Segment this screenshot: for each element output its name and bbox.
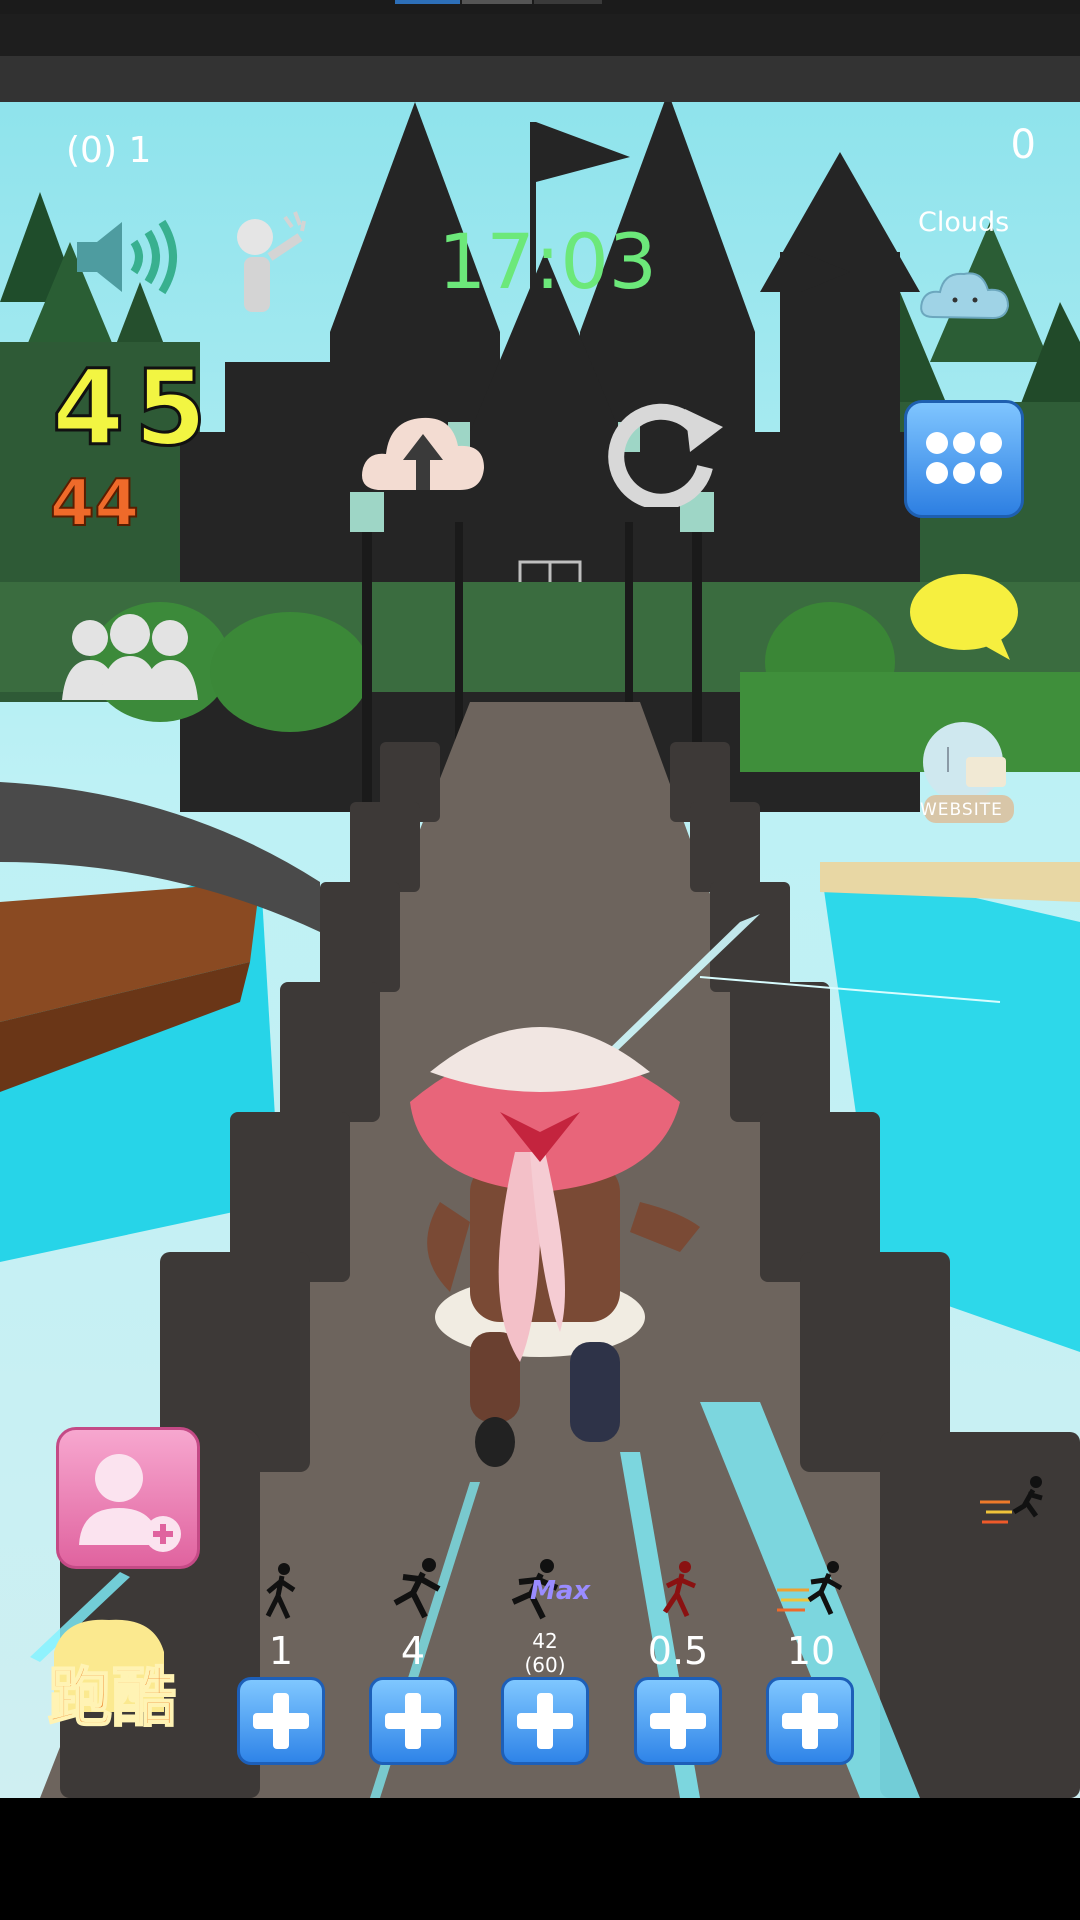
upgrade-walk-button[interactable]: [237, 1677, 325, 1765]
score-counter: 0: [1010, 122, 1036, 168]
upgrade-value-red: 0.5: [647, 1629, 709, 1673]
upgrade-run-button[interactable]: [369, 1677, 457, 1765]
upgrade-value-run: 4: [400, 1629, 426, 1673]
upgrade-cap-sprint: (60): [524, 1653, 566, 1677]
upgrade-red-button[interactable]: [634, 1677, 722, 1765]
add-user-icon: [79, 1454, 181, 1552]
chat-bubble-icon[interactable]: [908, 572, 1020, 662]
walk-icon: [265, 1563, 296, 1620]
level-indicator: (0) 1: [66, 130, 152, 171]
upgrade-sprint-button[interactable]: [501, 1677, 589, 1765]
upgrade-dash-button[interactable]: [766, 1677, 854, 1765]
tab-indicator: [462, 0, 532, 4]
cloud-weather-icon: [920, 272, 1010, 320]
upgrade-value-dash: 10: [786, 1629, 836, 1673]
main-counter: 45: [51, 346, 217, 471]
tab-indicator: [534, 0, 602, 4]
dice-icon: [926, 432, 1002, 484]
parkour-label: 跑酷: [47, 1661, 177, 1737]
website-label: WEBSITE: [920, 800, 1003, 820]
secondary-counter: 44: [49, 466, 140, 542]
browser-toolbar: [0, 14, 1080, 56]
game-clock: 17:03: [438, 217, 658, 306]
window-top-bar: [0, 0, 1080, 14]
tab-indicator-active: [395, 0, 460, 4]
sprint-boost-icon[interactable]: [978, 1472, 1048, 1532]
upgrade-value-walk: 1: [268, 1629, 294, 1673]
weather-label: Clouds: [918, 207, 1010, 238]
players-group-icon[interactable]: [62, 610, 198, 700]
menu-grid-button[interactable]: [904, 400, 1024, 518]
speaker-icon[interactable]: [72, 217, 184, 297]
voice-chat-icon[interactable]: [230, 207, 310, 317]
cloud-upload-icon[interactable]: [358, 402, 488, 494]
run-icon: [393, 1558, 441, 1619]
refresh-icon[interactable]: [605, 397, 730, 507]
bottom-letterbox: [0, 1798, 1080, 1920]
red-runner-icon: [662, 1561, 696, 1618]
add-friend-button[interactable]: [56, 1427, 200, 1569]
dash-runner-icon: [777, 1561, 843, 1616]
upgrade-value-sprint: 42: [532, 1629, 558, 1653]
max-badge: Max: [530, 1576, 591, 1606]
game-scene[interactable]: (0) 1 0 17:03 Clouds 45 44 WEBSITE 跑酷 Ma…: [0, 102, 1080, 1798]
address-strip: [0, 56, 1080, 102]
